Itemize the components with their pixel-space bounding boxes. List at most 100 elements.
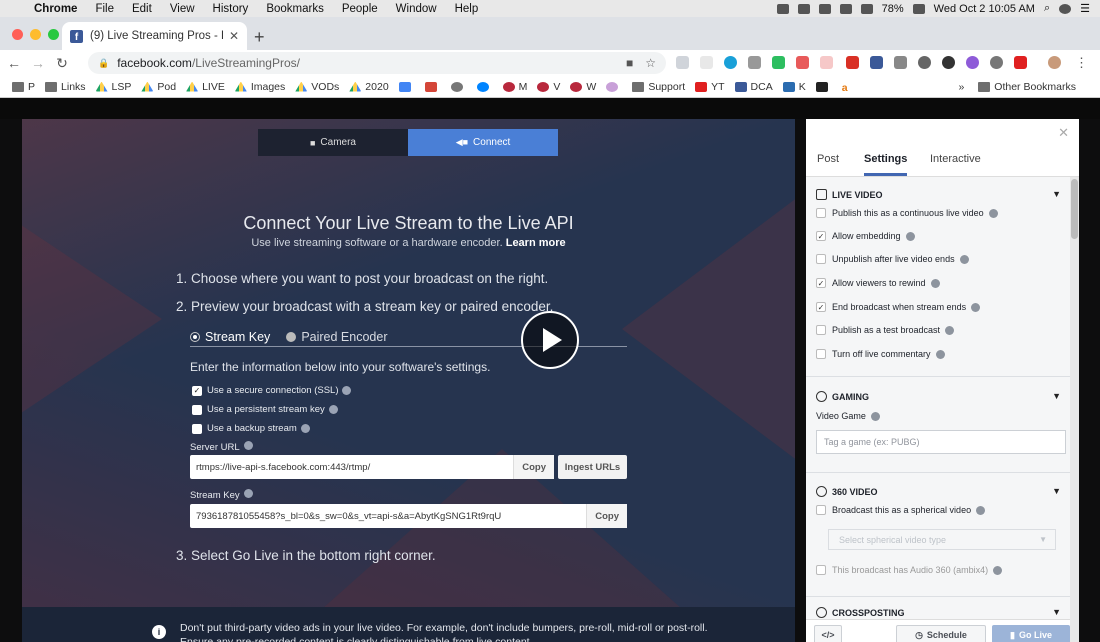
bookmark-k[interactable]: K bbox=[782, 81, 806, 93]
backup-stream-checkbox[interactable]: Use a backup stream bbox=[192, 423, 310, 434]
bookmarks-overflow-icon[interactable]: » bbox=[958, 81, 964, 93]
connect-mode-button[interactable]: ◀■ Connect bbox=[408, 129, 558, 156]
bookmark-dca[interactable]: DCA bbox=[734, 81, 773, 93]
video-game-input[interactable]: Tag a game (ex: PUBG) bbox=[816, 430, 1066, 454]
bookmark-m[interactable]: M bbox=[502, 81, 527, 93]
evernote-icon[interactable] bbox=[772, 56, 785, 69]
collapse-caret-icon[interactable]: ▼ bbox=[1052, 607, 1061, 617]
live-video-section-header[interactable]: LIVE VIDEO bbox=[816, 189, 883, 200]
extension-icon[interactable] bbox=[966, 56, 979, 69]
reload-button[interactable]: ↻ bbox=[52, 55, 72, 72]
info-icon[interactable] bbox=[905, 231, 915, 241]
stream-key-radio[interactable]: Stream Key bbox=[190, 330, 270, 344]
info-icon[interactable] bbox=[945, 325, 955, 335]
panel-scrollbar[interactable] bbox=[1070, 177, 1079, 642]
zoom-window-button[interactable] bbox=[48, 29, 59, 40]
status-icon[interactable] bbox=[797, 3, 810, 14]
camera-permission-icon[interactable]: ■ bbox=[626, 56, 633, 70]
paired-encoder-radio[interactable]: Paired Encoder bbox=[286, 330, 387, 344]
crossposting-section-header[interactable]: CROSSPOSTING bbox=[816, 607, 905, 618]
collapse-caret-icon[interactable]: ▼ bbox=[1052, 486, 1061, 496]
bookmark-folder-support[interactable]: Support bbox=[632, 81, 685, 93]
bookmark-w[interactable]: W bbox=[570, 81, 596, 93]
dropbox-icon[interactable] bbox=[776, 3, 789, 14]
wifi-icon[interactable] bbox=[839, 3, 852, 14]
info-icon[interactable] bbox=[870, 411, 880, 421]
secure-connection-checkbox[interactable]: ✓ Use a secure connection (SSL) bbox=[192, 385, 352, 396]
bookmark-amazon[interactable]: a bbox=[841, 81, 852, 94]
tab-post[interactable]: Post bbox=[817, 153, 839, 165]
bookmark-site[interactable] bbox=[606, 81, 622, 92]
facebook-extension-icon[interactable] bbox=[870, 56, 883, 69]
spherical-type-select[interactable]: Select spherical video type ▼ bbox=[828, 529, 1056, 550]
notification-center-icon[interactable]: ☰ bbox=[1080, 2, 1090, 15]
camera-mode-button[interactable]: ■ Camera bbox=[258, 129, 408, 156]
option-end-broadcast[interactable]: ✓ End broadcast when stream ends bbox=[816, 302, 981, 312]
close-panel-icon[interactable]: ✕ bbox=[1058, 125, 1069, 141]
option-turn-off-commentary[interactable]: Turn off live commentary bbox=[816, 349, 945, 359]
info-icon[interactable] bbox=[959, 254, 969, 264]
stream-key-field[interactable]: 793618781055458?s_bl=0&s_sw=0&s_vt=api-s… bbox=[190, 504, 627, 528]
copy-stream-key-button[interactable]: Copy bbox=[586, 504, 627, 528]
option-allow-embedding[interactable]: ✓ Allow embedding bbox=[816, 231, 915, 241]
bookmark-images[interactable]: Images bbox=[234, 81, 285, 93]
bookmark-folder-links[interactable]: Links bbox=[45, 81, 86, 93]
battery-icon[interactable] bbox=[912, 3, 925, 14]
extension-icon[interactable] bbox=[820, 56, 833, 69]
more-menu-icon[interactable]: ⋮ bbox=[1075, 55, 1088, 71]
option-audio-360[interactable]: This broadcast has Audio 360 (ambix4) bbox=[816, 565, 1003, 575]
bookmark-vods[interactable]: VODs bbox=[295, 81, 339, 93]
new-tab-button[interactable]: + bbox=[254, 27, 265, 48]
bookmark-calendar[interactable] bbox=[398, 81, 415, 92]
ingest-urls-button[interactable]: Ingest URLs bbox=[558, 455, 627, 479]
spotlight-icon[interactable]: ⌕ bbox=[1044, 2, 1050, 15]
extension-icon[interactable] bbox=[990, 56, 1003, 69]
extension-icon[interactable] bbox=[918, 56, 931, 69]
collapse-caret-icon[interactable]: ▼ bbox=[1052, 189, 1061, 199]
copy-server-url-button[interactable]: Copy bbox=[513, 455, 554, 479]
siri-icon[interactable] bbox=[1059, 3, 1072, 14]
extension-analytics-icon[interactable] bbox=[700, 56, 713, 69]
extension-icon[interactable] bbox=[748, 56, 761, 69]
extension-icon[interactable] bbox=[942, 56, 955, 69]
bookmark-lsp[interactable]: LSP bbox=[95, 81, 131, 93]
play-button[interactable] bbox=[521, 311, 579, 369]
bookmark-gmail[interactable] bbox=[424, 81, 441, 92]
info-icon[interactable] bbox=[342, 386, 352, 395]
close-tab-icon[interactable]: ✕ bbox=[229, 29, 239, 43]
battery-level[interactable]: 78% bbox=[882, 3, 904, 15]
option-spherical-video[interactable]: Broadcast this as a spherical video bbox=[816, 505, 986, 515]
bookmark-v[interactable]: V bbox=[537, 81, 560, 93]
youtube-extension-icon[interactable] bbox=[1014, 56, 1027, 69]
bookmark-site[interactable] bbox=[815, 81, 832, 92]
extension-icon[interactable] bbox=[894, 56, 907, 69]
menu-people[interactable]: People bbox=[342, 3, 378, 15]
tab-settings[interactable]: Settings bbox=[864, 153, 908, 176]
minimize-window-button[interactable] bbox=[30, 29, 41, 40]
menu-window[interactable]: Window bbox=[396, 3, 437, 15]
bookmark-messenger[interactable] bbox=[450, 81, 467, 92]
info-icon[interactable] bbox=[300, 424, 310, 433]
close-window-button[interactable] bbox=[12, 29, 23, 40]
bluetooth-icon[interactable] bbox=[818, 3, 831, 14]
menu-history[interactable]: History bbox=[213, 3, 249, 15]
option-continuous-live[interactable]: Publish this as a continuous live video bbox=[816, 208, 998, 218]
lock-icon[interactable]: 🔒 bbox=[98, 58, 109, 69]
address-bar[interactable]: 🔒 facebook.com/LiveStreamingPros/ ■ ☆ bbox=[88, 52, 666, 74]
info-icon[interactable] bbox=[976, 505, 986, 515]
persistent-key-checkbox[interactable]: Use a persistent stream key bbox=[192, 404, 338, 415]
extension-badge-icon[interactable] bbox=[796, 56, 809, 69]
bookmark-yt[interactable]: YT bbox=[695, 81, 725, 93]
menu-chrome[interactable]: Chrome bbox=[34, 3, 77, 15]
bookmark-2020[interactable]: 2020 bbox=[349, 81, 389, 93]
info-icon[interactable] bbox=[971, 302, 981, 312]
info-icon[interactable] bbox=[935, 349, 945, 359]
tab-interactive[interactable]: Interactive bbox=[930, 153, 981, 165]
go-live-button[interactable]: ▮ Go Live bbox=[992, 625, 1070, 642]
info-icon[interactable] bbox=[930, 278, 940, 288]
other-bookmarks[interactable]: Other Bookmarks bbox=[978, 81, 1076, 93]
menu-edit[interactable]: Edit bbox=[132, 3, 152, 15]
embed-code-button[interactable]: </> bbox=[814, 625, 842, 642]
bookmark-messenger-2[interactable] bbox=[476, 81, 493, 92]
info-icon[interactable] bbox=[988, 208, 998, 218]
